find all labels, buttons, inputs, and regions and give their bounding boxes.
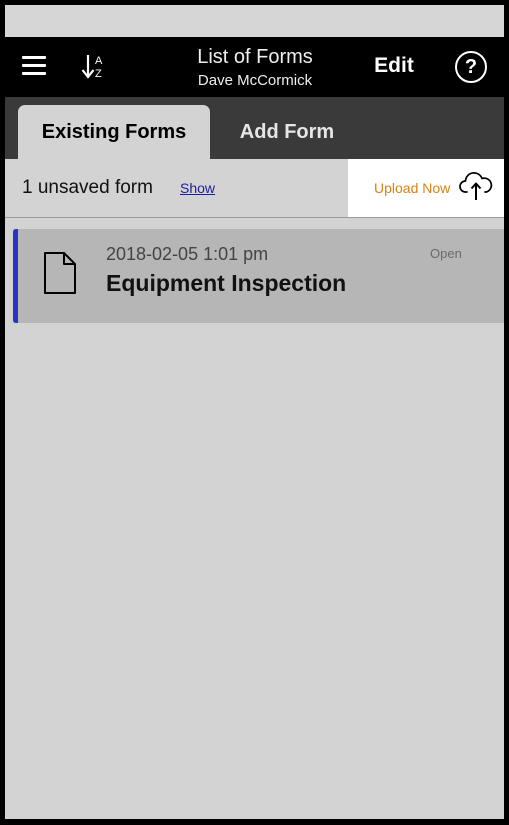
tab-existing-forms[interactable]: Existing Forms	[18, 105, 210, 159]
form-title: Equipment Inspection	[106, 270, 347, 296]
sort-alpha-icon[interactable]: A Z	[79, 52, 109, 82]
tab-add-form[interactable]: Add Form	[222, 105, 352, 159]
upload-now-button[interactable]: Upload Now	[348, 159, 504, 217]
unsaved-forms-banner: 1 unsaved form Show Upload Now	[5, 159, 504, 217]
unsaved-count-text: 1 unsaved form	[22, 177, 153, 198]
help-icon[interactable]: ?	[455, 51, 487, 83]
document-icon	[44, 252, 76, 294]
menu-button[interactable]	[20, 54, 48, 78]
form-status: Open	[430, 246, 462, 261]
menu-icon-bar	[22, 64, 46, 67]
menu-icon-bar	[22, 72, 46, 75]
menu-icon-bar	[22, 56, 46, 59]
cloud-upload-icon	[459, 172, 493, 200]
navigation-bar: A Z List of Forms Dave McCormick Edit ?	[5, 37, 504, 97]
show-link[interactable]: Show	[180, 180, 215, 196]
row-accent-bar	[13, 229, 18, 323]
page-title: List of Forms	[197, 46, 313, 68]
form-list-item[interactable]: 2018-02-05 1:01 pm Equipment Inspection …	[13, 229, 504, 323]
upload-now-label: Upload Now	[374, 180, 451, 196]
tab-bar: Existing Forms Add Form	[5, 97, 504, 159]
user-name: Dave McCormick	[197, 72, 313, 89]
app-screen: A Z List of Forms Dave McCormick Edit ? …	[5, 5, 504, 819]
form-date: 2018-02-05 1:01 pm	[106, 244, 269, 264]
divider	[5, 217, 504, 218]
sort-letter-a: A	[95, 55, 103, 67]
edit-button[interactable]: Edit	[369, 54, 419, 78]
sort-letter-z: Z	[95, 68, 102, 80]
status-strip	[5, 5, 504, 37]
